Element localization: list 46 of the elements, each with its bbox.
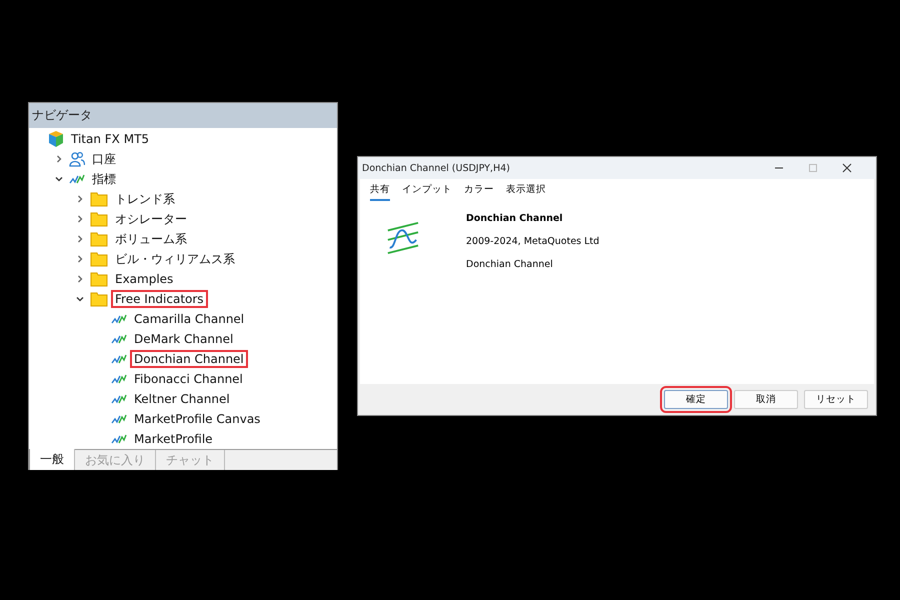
dialog-tab[interactable]: 共有 <box>370 183 390 201</box>
collapse-icon[interactable] <box>75 294 85 304</box>
close-icon[interactable] <box>842 163 852 173</box>
channel-icon <box>386 221 420 255</box>
panel-tab[interactable]: 一般 <box>29 449 75 470</box>
logo-icon <box>48 131 64 147</box>
tree-item[interactable]: 指標 <box>88 170 120 188</box>
tree-item[interactable]: ビル・ウィリアムス系 <box>111 250 239 268</box>
expand-icon[interactable] <box>75 254 85 264</box>
dialog-button[interactable]: 取消 <box>734 390 798 409</box>
dialog-tab[interactable]: インプット <box>402 183 452 201</box>
dialog-tab[interactable]: 表示選択 <box>506 183 546 201</box>
tree-item[interactable]: トレンド系 <box>111 190 179 208</box>
users-icon <box>69 151 85 167</box>
tree-item[interactable]: DeMark Channel <box>130 330 238 348</box>
expand-icon[interactable] <box>75 234 85 244</box>
tree-item[interactable]: ボリューム系 <box>111 230 191 248</box>
folder-icon <box>90 271 108 287</box>
tree-item[interactable]: Titan FX MT5 <box>67 130 154 148</box>
folder-icon <box>90 291 108 307</box>
folder-icon <box>90 191 108 207</box>
expand-icon[interactable] <box>75 274 85 284</box>
dialog-tab[interactable]: カラー <box>464 183 494 201</box>
folder-icon <box>90 251 108 267</box>
tree-item[interactable]: MarketProfile <box>130 430 217 448</box>
tree-item[interactable]: Free Indicators <box>111 290 208 308</box>
copyright-text: 2009-2024, MetaQuotes Ltd <box>466 236 600 247</box>
tree-item[interactable]: Examples <box>111 270 178 288</box>
panel-title: ナビゲータ <box>29 103 337 128</box>
folder-icon <box>90 211 108 227</box>
indicator-name: Donchian Channel <box>466 213 564 224</box>
tree-item[interactable]: オシレーター <box>111 210 191 228</box>
window-title: Donchian Channel (USDJPY,H4) <box>362 162 511 174</box>
expand-icon[interactable] <box>75 194 85 204</box>
tree-item[interactable]: Fibonacci Channel <box>130 370 247 388</box>
expand-icon[interactable] <box>75 214 85 224</box>
tree-item[interactable]: MarketProfile Canvas <box>130 410 264 428</box>
folder-icon <box>90 231 108 247</box>
tree-item[interactable]: 口座 <box>88 150 120 168</box>
tree-item[interactable]: Keltner Channel <box>130 390 234 408</box>
dialog-button[interactable]: リセット <box>804 390 868 409</box>
tree-item[interactable]: Donchian Channel <box>130 350 248 368</box>
collapse-icon[interactable] <box>54 174 64 184</box>
description-text: Donchian Channel <box>466 259 554 270</box>
expand-icon[interactable] <box>54 154 64 164</box>
tree-item[interactable]: Camarilla Channel <box>130 310 248 328</box>
